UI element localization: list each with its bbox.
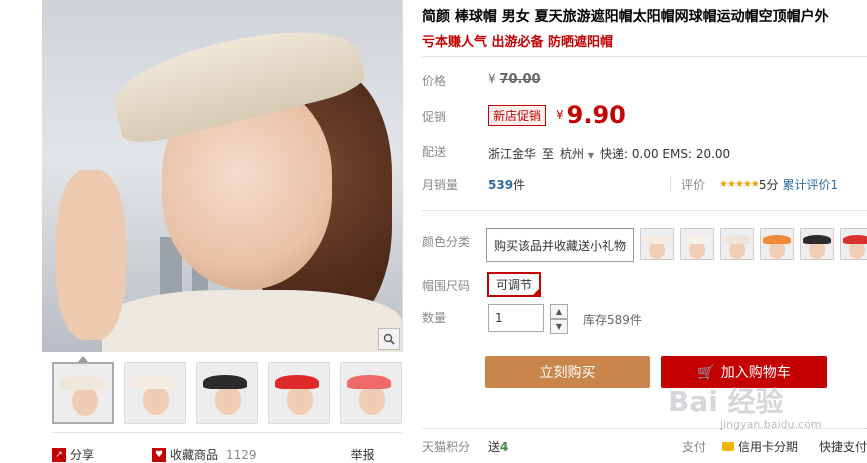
product-subtitle: 亏本赚人气 出游必备 防晒遮阳帽	[422, 35, 614, 50]
points-value: 送4	[488, 438, 508, 455]
watermark-url: jingyan.baidu.com	[720, 418, 822, 431]
chevron-down-icon: ▼	[587, 151, 595, 160]
delivery-label: 配送	[422, 145, 447, 159]
gallery-divider	[52, 432, 402, 433]
quantity-decrease-icon[interactable]: ▼	[550, 319, 568, 334]
product-title: 简颜 棒球帽 男女 夏天旅游遮阳帽太阳帽网球帽运动帽空顶帽户外	[422, 9, 829, 25]
product-main-image[interactable]	[42, 0, 403, 352]
delivery-from: 浙江金华	[488, 147, 537, 161]
points-prefix: 送	[488, 440, 501, 454]
share-link[interactable]: 分享	[70, 446, 94, 463]
size-label: 帽围尺码	[422, 279, 471, 293]
credit-installment-label: 信用卡分期	[738, 440, 799, 454]
rating-label: 评价	[681, 178, 706, 192]
rating-score: 5分	[758, 178, 779, 192]
color-option-gift[interactable]: 购买该品并收藏送小礼物	[486, 228, 634, 262]
footer-divider	[422, 428, 867, 429]
color-swatch-6[interactable]	[840, 228, 867, 260]
promo-price-row: 新店促销 ¥ 9.90	[488, 101, 626, 129]
monthly-sales-label: 月销量	[422, 178, 459, 192]
buy-now-button[interactable]: 立刻购买	[485, 356, 650, 388]
size-option-label: 可调节	[496, 278, 533, 292]
points-number: 4	[500, 440, 509, 454]
delivery-row: 浙江金华 至 杭州 ▼ 快递: 0.00 EMS: 20.00	[488, 145, 730, 162]
thumbnail-2[interactable]	[124, 362, 186, 424]
thumbnail-1[interactable]	[52, 362, 114, 424]
sku-divider	[422, 210, 867, 211]
report-link[interactable]: 举报	[351, 446, 375, 463]
quick-pay[interactable]: 快捷支付	[819, 438, 867, 455]
original-price: ¥ 70.00	[488, 72, 541, 87]
credit-card-icon	[722, 442, 734, 451]
thumbnail-5[interactable]	[340, 362, 402, 424]
color-swatches	[640, 228, 867, 260]
favorite-icon: ♥	[152, 447, 167, 462]
thumbnail-strip	[52, 362, 402, 424]
delivery-to-word: 至	[542, 147, 555, 161]
thumbnail-3[interactable]	[196, 362, 258, 424]
color-swatch-4[interactable]	[760, 228, 794, 260]
selected-check-icon	[532, 288, 541, 296]
points-label: 天猫积分	[422, 440, 471, 454]
baidu-watermark: Bai 经验	[668, 385, 784, 418]
monthly-sales-value: 539件	[488, 176, 525, 193]
shipping-fee: 快递: 0.00 EMS: 20.00	[600, 147, 731, 161]
zoom-icon[interactable]	[378, 328, 400, 350]
sales-divider	[670, 176, 671, 190]
thumbnail-4[interactable]	[268, 362, 330, 424]
credit-installment[interactable]: 信用卡分期	[722, 438, 798, 455]
favorite-count: 1129	[226, 447, 257, 462]
color-swatch-3[interactable]	[720, 228, 754, 260]
share-bar: ↗ 分享 ♥ 收藏商品 1129 举报	[52, 446, 375, 463]
original-price-value: 70.00	[499, 72, 541, 87]
favorite-link[interactable]: 收藏商品	[170, 446, 218, 463]
quantity-label: 数量	[422, 311, 447, 325]
promo-label: 促销	[422, 110, 447, 124]
quantity-increase-icon[interactable]: ▲	[550, 304, 568, 319]
cart-icon: 🛒	[697, 363, 715, 380]
model-shirt	[102, 290, 402, 352]
stock-count: 库存589件	[583, 313, 642, 327]
title-divider	[422, 56, 867, 57]
promo-price: 9.90	[566, 101, 626, 129]
add-to-cart-label: 加入购物车	[720, 364, 791, 380]
color-swatch-2[interactable]	[680, 228, 714, 260]
sales-unit: 件	[513, 178, 526, 192]
share-icon: ↗	[52, 447, 66, 462]
payment-label: 支付	[682, 440, 707, 454]
review-count-link[interactable]: 累计评价1	[782, 176, 838, 193]
original-currency: ¥	[488, 72, 496, 86]
rating-row: 评价 ★★★★★ 5分 累计评价1	[681, 176, 838, 193]
color-swatch-5[interactable]	[800, 228, 834, 260]
quantity-input[interactable]	[488, 304, 544, 332]
promo-badge: 新店促销	[488, 104, 547, 126]
delivery-destination[interactable]: 杭州 ▼	[560, 145, 594, 162]
sales-count: 539	[488, 178, 514, 192]
promo-currency: ¥	[556, 108, 564, 122]
size-option-adjustable[interactable]: 可调节	[487, 272, 542, 297]
model-hand	[56, 170, 126, 340]
price-label: 价格	[422, 74, 447, 88]
rating-stars-icon: ★★★★★	[719, 179, 760, 190]
color-label: 颜色分类	[422, 235, 471, 249]
color-swatch-1[interactable]	[640, 228, 674, 260]
